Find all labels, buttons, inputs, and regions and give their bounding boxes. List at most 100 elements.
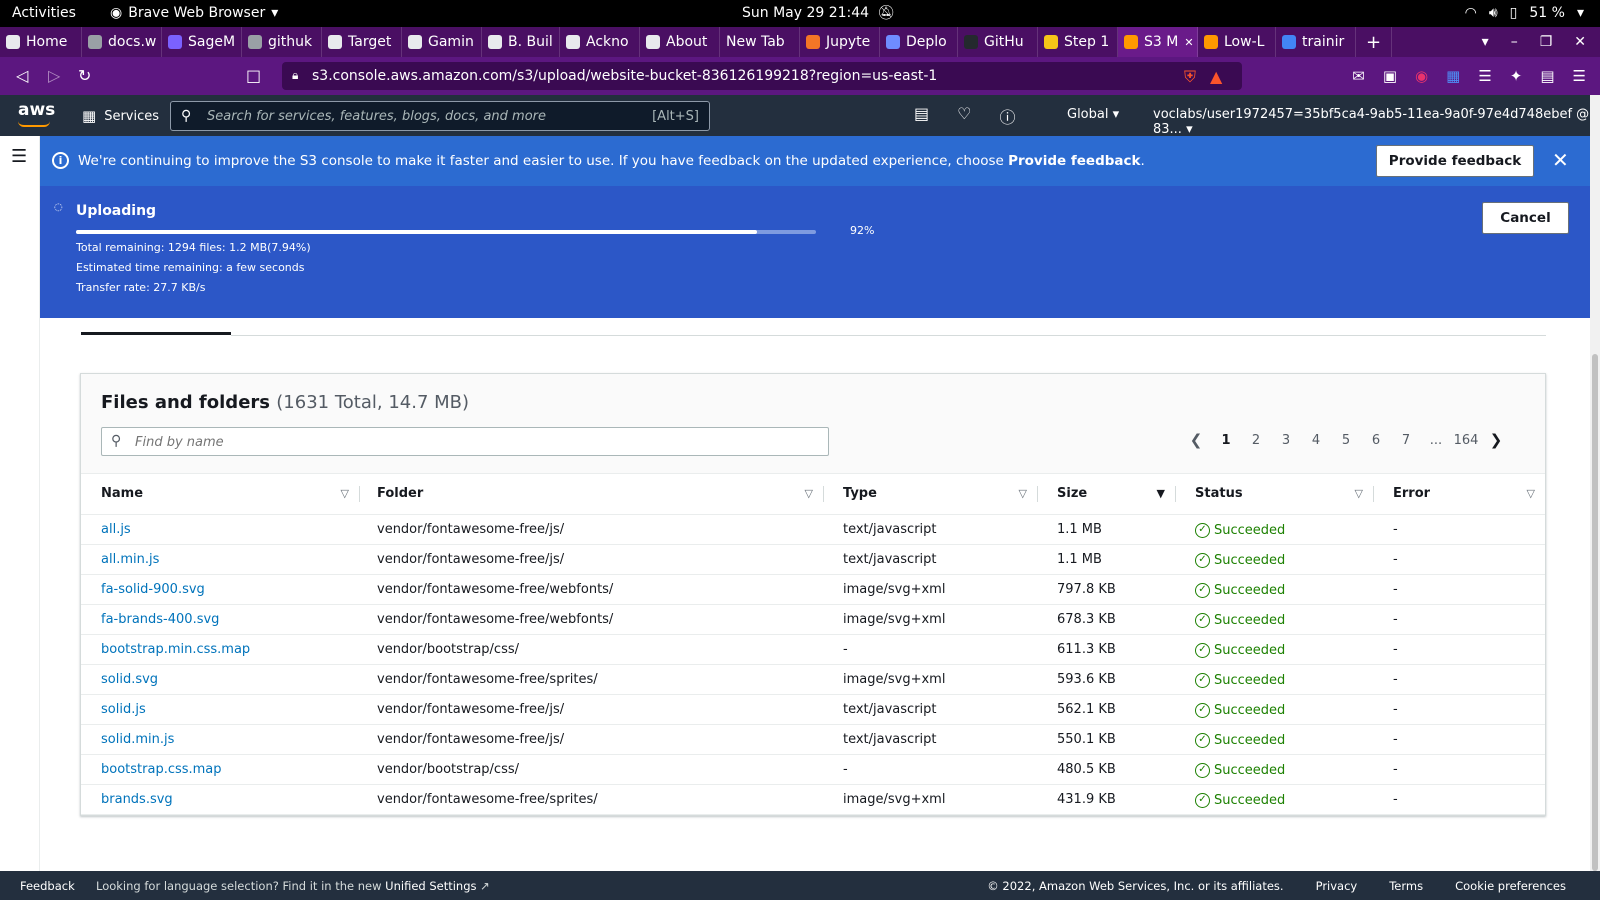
file-name-link[interactable]: fa-solid-900.svg <box>101 582 205 597</box>
services-menu[interactable]: ▦ Services <box>82 107 159 125</box>
region-selector[interactable]: Global ▾ <box>1067 107 1119 122</box>
browser-tab[interactable]: SageM <box>162 27 242 57</box>
cell-status: ✓ Succeeded <box>1175 634 1373 665</box>
page-number[interactable]: 6 <box>1361 433 1391 448</box>
forward-icon[interactable]: ▷ <box>48 66 60 85</box>
file-name-link[interactable]: fa-brands-400.svg <box>101 612 219 627</box>
file-name-link[interactable]: all.min.js <box>101 552 159 567</box>
page-number[interactable]: 4 <box>1301 433 1331 448</box>
reading-list-icon[interactable]: ☰ <box>1478 67 1491 85</box>
mail-icon[interactable]: ✉ <box>1352 67 1365 85</box>
restore-icon[interactable]: ❐ <box>1540 34 1553 50</box>
browser-tab[interactable]: trainir <box>1276 27 1356 57</box>
puzzle-icon[interactable]: ✦ <box>1510 67 1523 85</box>
browser-tab[interactable]: New Tab <box>720 27 800 57</box>
sort-down-icon[interactable]: ▽ <box>1355 487 1363 500</box>
translate-icon[interactable]: ▦ <box>1446 67 1460 85</box>
help-icon[interactable]: ⓘ <box>999 104 1015 128</box>
account-menu[interactable]: voclabs/user1972457=35bf5ca4-9ab5-11ea-9… <box>1153 107 1590 137</box>
media-icon[interactable]: ▣ <box>1383 67 1397 85</box>
browser-tab[interactable]: Target <box>322 27 402 57</box>
file-name-link[interactable]: solid.min.js <box>101 732 174 747</box>
system-tray[interactable]: ◠ 🔊︎ ▯ 51 % ▾ <box>1465 5 1584 21</box>
banner-feedback-link[interactable]: Provide feedback <box>1008 153 1140 169</box>
page-number[interactable]: 7 <box>1391 433 1421 448</box>
sort-active-icon[interactable]: ▼ <box>1157 487 1165 500</box>
app-menu[interactable]: ◉ Brave Web Browser ▾ <box>110 5 278 21</box>
browser-tab[interactable]: docs.w <box>82 27 162 57</box>
close-tab-icon[interactable]: ✕ <box>1184 36 1193 49</box>
brave-shield-icon[interactable]: ⛨ <box>1184 67 1196 87</box>
file-name-link[interactable]: solid.svg <box>101 672 158 687</box>
activities-button[interactable]: Activities <box>12 5 76 21</box>
lock-icon: 🔒︎ <box>292 68 299 82</box>
unified-settings-link[interactable]: Unified Settings <box>385 879 476 893</box>
column-label: Status <box>1195 486 1243 502</box>
menu-icon[interactable]: ☰ <box>1573 67 1586 85</box>
wallet-icon[interactable]: ▤ <box>1540 67 1554 85</box>
file-name-link[interactable]: all.js <box>101 522 131 537</box>
next-page-icon[interactable]: ❯ <box>1481 431 1511 449</box>
clock[interactable]: Sun May 29 21:44 🔕︎ <box>742 5 895 21</box>
sort-down-icon[interactable]: ▽ <box>1019 487 1027 500</box>
page-number[interactable]: 3 <box>1271 433 1301 448</box>
minimize-icon[interactable]: – <box>1511 34 1518 50</box>
close-window-icon[interactable]: ✕ <box>1574 34 1586 50</box>
aws-search-box[interactable]: ⚲ Search for services, features, blogs, … <box>170 101 710 131</box>
find-by-name-input[interactable] <box>135 432 815 452</box>
file-name-link[interactable]: bootstrap.min.css.map <box>101 642 250 657</box>
file-name-link[interactable]: bootstrap.css.map <box>101 762 222 777</box>
sort-down-icon[interactable]: ▽ <box>805 487 813 500</box>
browser-tab[interactable]: Step 1 <box>1038 27 1118 57</box>
cloudshell-icon[interactable]: ▤ <box>914 104 929 128</box>
scrollbar-thumb[interactable] <box>1592 354 1598 871</box>
column-header-folder[interactable]: Folder ▽ <box>359 474 823 515</box>
column-header-status[interactable]: Status ▽ <box>1175 474 1373 515</box>
browser-tab[interactable]: Jupyte <box>800 27 880 57</box>
sort-down-icon[interactable]: ▽ <box>1527 487 1535 500</box>
previous-page-icon[interactable]: ❮ <box>1181 431 1211 449</box>
browser-tab[interactable]: About <box>640 27 720 57</box>
column-header-size[interactable]: Size ▼ <box>1037 474 1175 515</box>
browser-tab[interactable]: GitHu <box>958 27 1038 57</box>
tabs-divider <box>231 335 1546 336</box>
browser-tab[interactable]: Ackno <box>560 27 640 57</box>
footer-feedback-link[interactable]: Feedback <box>20 879 75 893</box>
page-number[interactable]: 164 <box>1451 433 1481 448</box>
browser-tab[interactable]: S3 M ✕ <box>1118 27 1198 57</box>
terms-link[interactable]: Terms <box>1389 879 1423 893</box>
file-name-link[interactable]: brands.svg <box>101 792 173 807</box>
browser-toolbar: ◁ ▷ ↻ □ 🔒︎ s3.console.aws.amazon.com/s3/… <box>0 57 1600 95</box>
privacy-link[interactable]: Privacy <box>1316 879 1358 893</box>
page-number[interactable]: 2 <box>1241 433 1271 448</box>
hamburger-menu-icon[interactable]: ☰ <box>11 146 27 167</box>
browser-tab[interactable]: githuk <box>242 27 322 57</box>
brave-rewards-icon[interactable]: ▲ <box>1210 67 1222 87</box>
cancel-button[interactable]: Cancel <box>1482 202 1569 234</box>
cookie-preferences-link[interactable]: Cookie preferences <box>1455 879 1566 893</box>
browser-tab[interactable]: Deplo <box>880 27 958 57</box>
record-icon[interactable]: ◉ <box>1415 67 1428 85</box>
address-bar[interactable]: 🔒︎ s3.console.aws.amazon.com/s3/upload/w… <box>282 62 1242 90</box>
page-number[interactable]: 5 <box>1331 433 1361 448</box>
browser-tab[interactable]: Low-L <box>1198 27 1276 57</box>
tab-search-icon[interactable]: ▾ <box>1482 34 1489 50</box>
provide-feedback-button[interactable]: Provide feedback <box>1376 145 1534 177</box>
column-header-error[interactable]: Error ▽ <box>1373 474 1545 515</box>
aws-logo[interactable]: aws <box>18 100 55 120</box>
page-number[interactable]: 1 <box>1211 433 1241 448</box>
sort-down-icon[interactable]: ▽ <box>341 487 349 500</box>
browser-tab[interactable]: Home <box>0 27 82 57</box>
column-header-type[interactable]: Type ▽ <box>823 474 1037 515</box>
find-by-name-field[interactable]: ⚲ <box>101 427 829 456</box>
reload-icon[interactable]: ↻ <box>78 66 91 85</box>
file-name-link[interactable]: solid.js <box>101 702 146 717</box>
browser-tab[interactable]: Gamin <box>402 27 482 57</box>
bookmark-icon[interactable]: □ <box>246 66 261 85</box>
new-tab-button[interactable]: + <box>1356 27 1393 57</box>
close-icon[interactable]: ✕ <box>1552 148 1569 172</box>
column-header-name[interactable]: Name ▽ <box>81 474 359 515</box>
notifications-bell-icon[interactable]: ♡ <box>957 104 971 128</box>
browser-tab[interactable]: B. Buil <box>482 27 560 57</box>
back-icon[interactable]: ◁ <box>16 66 28 85</box>
